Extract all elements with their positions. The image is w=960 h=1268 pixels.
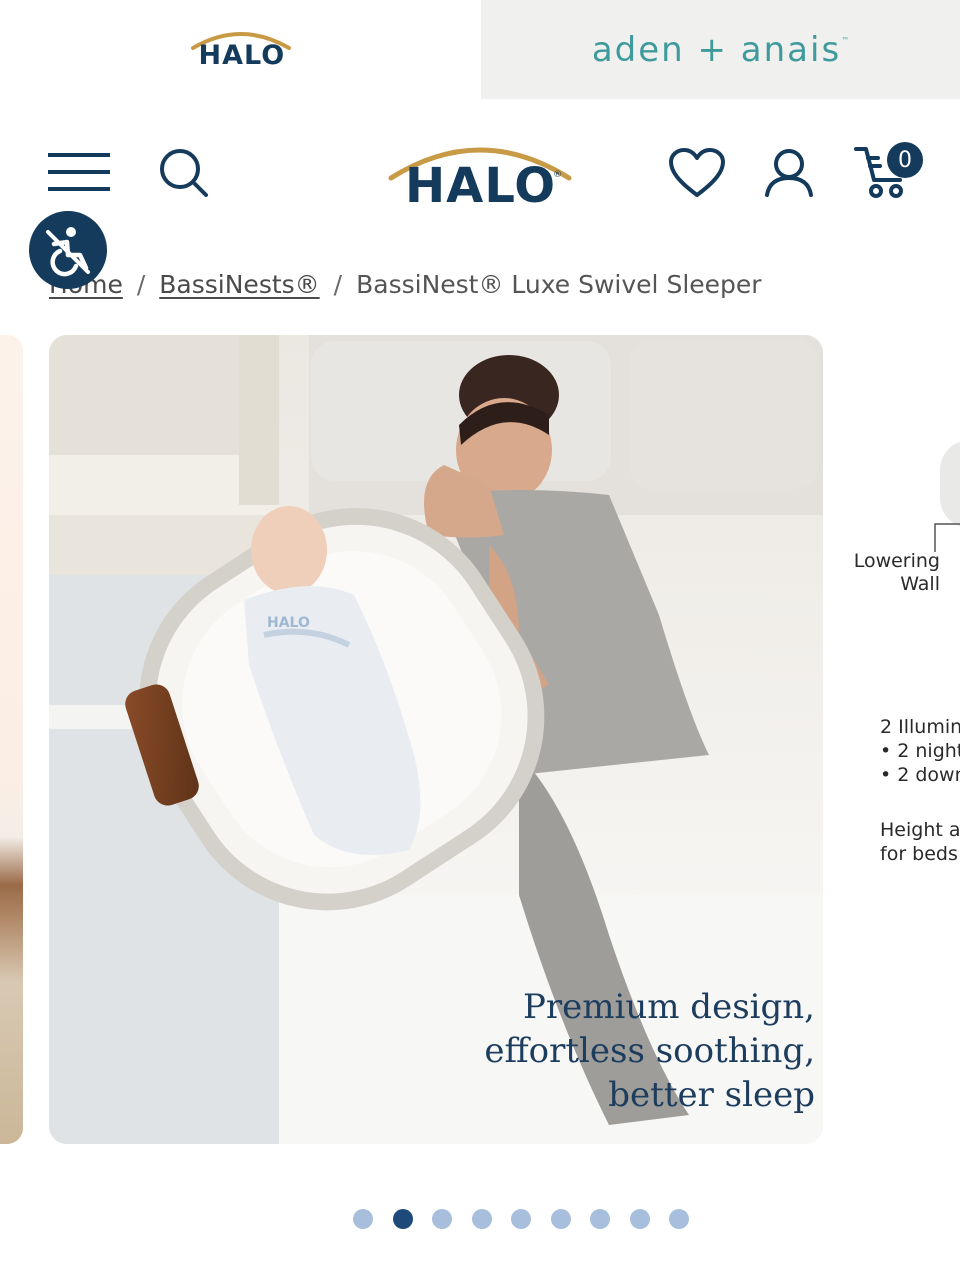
heart-icon[interactable]: [668, 147, 726, 199]
lowering-wall-label: Lowering Wall: [853, 550, 940, 595]
accessibility-icon[interactable]: [29, 211, 107, 289]
carousel-dot-4[interactable]: [471, 1209, 492, 1229]
product-image-slide[interactable]: HALO Premium design, effortless soothing…: [49, 335, 823, 1144]
halo-main-logo[interactable]: HALO ®: [387, 136, 573, 214]
brand-tab-aden-anais[interactable]: aden + anais™: [481, 0, 960, 99]
illumination-feature: 2 Illumin • 2 night • 2 down: [880, 716, 960, 786]
search-icon[interactable]: [158, 147, 210, 199]
breadcrumb-separator: /: [136, 269, 146, 299]
carousel-pagination: [353, 1209, 689, 1229]
carousel-dot-3[interactable]: [432, 1209, 452, 1229]
breadcrumb-current: BassiNest® Luxe Swivel Sleeper: [356, 269, 762, 299]
carousel-dot-2[interactable]: [392, 1209, 413, 1229]
aden-anais-logo: aden + anais™: [591, 29, 850, 70]
account-icon[interactable]: [763, 147, 815, 199]
height-feature: Height a for beds: [880, 819, 960, 865]
breadcrumb-separator: /: [333, 269, 343, 299]
previous-slide[interactable]: [0, 335, 23, 1144]
cart-count-badge: 0: [887, 142, 923, 178]
site-header: HALO ®: [0, 99, 960, 249]
carousel-dot-9[interactable]: [669, 1209, 689, 1229]
breadcrumb-category-link[interactable]: BassiNests®: [159, 270, 319, 299]
next-slide[interactable]: Lowering Wall 2 Illumin • 2 night • 2 do…: [840, 335, 960, 1144]
carousel-dot-8[interactable]: [629, 1209, 650, 1229]
carousel-dot-5[interactable]: [511, 1209, 531, 1229]
breadcrumb: Home / BassiNests® / BassiNest® Luxe Swi…: [49, 266, 762, 302]
swaddle-logo: HALO: [267, 615, 310, 631]
carousel-dot-1[interactable]: [353, 1209, 373, 1229]
brand-tab-halo[interactable]: HALO: [0, 0, 481, 99]
carousel-dot-7[interactable]: [590, 1209, 610, 1229]
carousel-dot-6[interactable]: [550, 1209, 571, 1229]
brand-switcher: HALO aden + anais™: [0, 0, 960, 99]
product-partial-graphic: [940, 440, 960, 528]
menu-icon[interactable]: [48, 151, 110, 193]
slide-caption: Premium design, effortless soothing, bet…: [484, 987, 815, 1115]
halo-small-logo: HALO: [189, 28, 293, 72]
